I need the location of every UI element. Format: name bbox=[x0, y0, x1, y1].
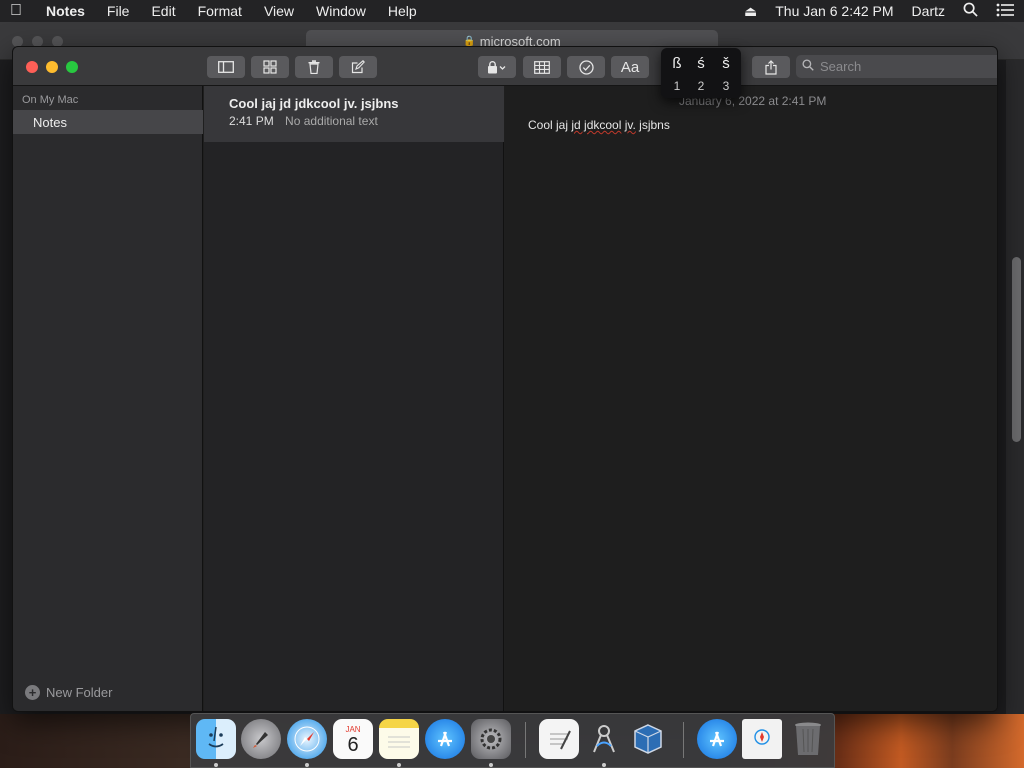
dock: JAN 6 bbox=[190, 713, 835, 768]
accent-option-2[interactable]: ś bbox=[689, 55, 713, 72]
misspelled-word[interactable]: jv. bbox=[625, 118, 636, 132]
folders-sidebar: On My Mac Notes + New Folder bbox=[13, 86, 203, 711]
note-list: Cool jaj jd jdkcool jv. jsjbns 2:41 PM N… bbox=[204, 86, 504, 711]
launchpad-icon[interactable] bbox=[241, 719, 281, 759]
lock-icon: 🔒 bbox=[463, 35, 476, 47]
menu-file[interactable]: File bbox=[107, 3, 130, 19]
calendar-month: JAN bbox=[345, 724, 361, 734]
system-preferences-icon[interactable] bbox=[471, 719, 511, 759]
grid-icon bbox=[263, 60, 277, 74]
menu-edit[interactable]: Edit bbox=[151, 3, 175, 19]
running-indicator bbox=[602, 763, 606, 767]
insert-table-button[interactable] bbox=[523, 56, 561, 78]
running-indicator bbox=[214, 763, 218, 767]
zoom-button[interactable] bbox=[66, 61, 78, 73]
dock-separator bbox=[525, 722, 526, 758]
lock-note-button[interactable] bbox=[478, 56, 516, 78]
new-folder-button[interactable]: + New Folder bbox=[25, 685, 112, 700]
checkmark-circle-icon bbox=[578, 59, 594, 75]
sidebar-item-notes[interactable]: Notes bbox=[13, 110, 203, 134]
share-button[interactable] bbox=[752, 56, 790, 78]
menu-window[interactable]: Window bbox=[316, 3, 366, 19]
note-editor[interactable]: January 6, 2022 at 2:41 PM Cool jaj jd j… bbox=[505, 86, 997, 711]
notes-toolbar: Aa Search bbox=[13, 47, 997, 86]
checklist-button[interactable] bbox=[567, 56, 605, 78]
new-note-button[interactable] bbox=[339, 56, 377, 78]
safari-scrollbar[interactable] bbox=[1012, 257, 1021, 442]
calendar-day: 6 bbox=[347, 733, 359, 756]
calendar-icon[interactable]: JAN 6 bbox=[333, 719, 373, 759]
textedit-icon[interactable] bbox=[539, 719, 579, 759]
accent-number-3: 3 bbox=[722, 79, 730, 93]
compose-icon bbox=[351, 60, 365, 74]
notification-center-icon[interactable] bbox=[996, 3, 1014, 20]
accent-option-1[interactable]: ß bbox=[665, 55, 689, 72]
plus-icon: + bbox=[25, 685, 40, 700]
search-icon bbox=[802, 59, 814, 74]
share-icon bbox=[765, 59, 777, 75]
delete-note-button[interactable] bbox=[295, 56, 333, 78]
misspelled-word[interactable]: jd jdkcool bbox=[571, 118, 621, 132]
note-body-text: Cool jaj bbox=[528, 118, 572, 132]
dock-separator bbox=[683, 722, 684, 758]
eject-icon[interactable]: ⏏ bbox=[744, 3, 757, 20]
list-item[interactable]: Cool jaj jd jdkcool jv. jsjbns 2:41 PM N… bbox=[204, 86, 504, 142]
search-placeholder: Search bbox=[820, 59, 862, 74]
sidebar-toggle-button[interactable] bbox=[207, 56, 245, 78]
safari-icon[interactable] bbox=[287, 719, 327, 759]
minimize-button[interactable] bbox=[46, 61, 58, 73]
running-indicator bbox=[489, 763, 493, 767]
menu-bar:  Notes File Edit Format View Window Hel… bbox=[0, 0, 1024, 22]
menu-help[interactable]: Help bbox=[388, 3, 417, 19]
gallery-view-button[interactable] bbox=[251, 56, 289, 78]
accent-number-1: 1 bbox=[673, 79, 681, 93]
menu-format[interactable]: Format bbox=[198, 3, 242, 19]
trash-icon bbox=[308, 60, 320, 74]
note-body[interactable]: Cool jaj jd jdkcool jv. jsjbns bbox=[528, 118, 670, 132]
running-indicator bbox=[397, 763, 401, 767]
table-icon bbox=[534, 60, 550, 74]
accent-option-3[interactable]: š bbox=[714, 55, 738, 72]
search-field[interactable]: Search bbox=[796, 55, 997, 78]
lock-icon bbox=[488, 60, 506, 73]
note-time: 2:41 PM bbox=[229, 114, 274, 128]
app-store-icon[interactable] bbox=[425, 719, 465, 759]
sidebar-header-on-my-mac: On My Mac bbox=[22, 94, 79, 106]
menu-user[interactable]: Dartz bbox=[912, 3, 945, 19]
running-indicator bbox=[305, 763, 309, 767]
app-store-folder-icon[interactable] bbox=[697, 719, 737, 759]
menu-clock[interactable]: Thu Jan 6 2:42 PM bbox=[775, 3, 893, 19]
menu-view[interactable]: View bbox=[264, 3, 294, 19]
menu-app-notes[interactable]: Notes bbox=[46, 3, 85, 19]
close-button[interactable] bbox=[26, 61, 38, 73]
downloads-icon[interactable] bbox=[742, 719, 782, 759]
notes-window: Aa Search On My Mac Notes + New Folder C… bbox=[12, 46, 998, 712]
note-title: Cool jaj jd jdkcool jv. jsjbns bbox=[229, 96, 399, 111]
trash-icon[interactable] bbox=[788, 719, 828, 759]
notes-app-icon[interactable] bbox=[379, 719, 419, 759]
accent-number-2: 2 bbox=[697, 79, 705, 93]
apple-menu-icon[interactable]:  bbox=[10, 2, 46, 20]
new-folder-label: New Folder bbox=[46, 685, 113, 700]
finder-icon[interactable] bbox=[196, 719, 236, 759]
accent-popover: ß ś š 1 2 3 bbox=[661, 48, 741, 98]
note-preview: No additional text bbox=[285, 114, 378, 128]
format-button[interactable]: Aa bbox=[611, 56, 649, 78]
sidebar-icon bbox=[218, 61, 234, 73]
note-body-text: jsjbns bbox=[635, 118, 670, 132]
spotlight-search-icon[interactable] bbox=[963, 2, 978, 20]
instruments-icon[interactable] bbox=[584, 719, 624, 759]
note-meta: 2:41 PM No additional text bbox=[229, 114, 504, 128]
virtualbox-icon[interactable] bbox=[628, 719, 668, 759]
